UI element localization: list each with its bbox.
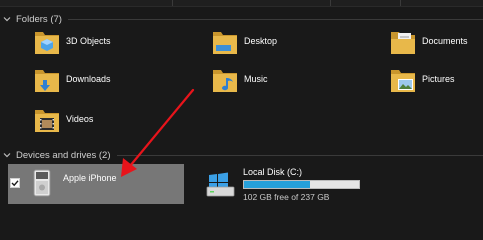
- windows-drive-icon: [206, 172, 236, 198]
- chevron-down-icon: [3, 153, 11, 158]
- folder-label: Videos: [66, 114, 94, 124]
- folder-label: 3D Objects: [66, 36, 111, 46]
- folder-label: Documents: [422, 36, 468, 46]
- drive-free-space: 102 GB free of 237 GB: [243, 192, 330, 202]
- portable-device-icon: [29, 168, 55, 198]
- group-divider: [67, 18, 483, 20]
- checkmark-icon: [11, 180, 19, 187]
- disk-usage-bar: [243, 180, 360, 189]
- music-folder-icon: [212, 64, 238, 94]
- folder-label: Music: [244, 74, 268, 84]
- device-label: Apple iPhone: [63, 173, 117, 183]
- folders-group-header[interactable]: Folders (7): [0, 12, 483, 26]
- column-divider: [172, 0, 173, 6]
- disk-usage-fill: [244, 181, 310, 188]
- column-header-strip: [0, 0, 483, 7]
- downloads-folder-icon: [34, 64, 60, 94]
- devices-group-title: Devices and drives (2): [16, 149, 111, 161]
- folder-item-documents[interactable]: Documents: [390, 26, 468, 56]
- folder-label: Downloads: [66, 74, 111, 84]
- folder-item-pictures[interactable]: Pictures: [390, 64, 455, 94]
- column-divider: [400, 0, 401, 6]
- desktop-folder-icon: [212, 26, 238, 56]
- column-divider: [330, 0, 331, 6]
- chevron-down-icon: [3, 17, 11, 22]
- devices-group-header[interactable]: Devices and drives (2): [0, 148, 483, 162]
- drive-label: Local Disk (C:): [243, 167, 303, 177]
- 3d-objects-folder-icon: [34, 26, 60, 56]
- folder-item-downloads[interactable]: Downloads: [34, 64, 111, 94]
- folders-group-title: Folders (7): [16, 13, 62, 25]
- folder-item-music[interactable]: Music: [212, 64, 268, 94]
- videos-folder-icon: [34, 104, 60, 134]
- folder-item-videos[interactable]: Videos: [34, 104, 93, 134]
- folder-item-desktop[interactable]: Desktop: [212, 26, 277, 56]
- folder-label: Pictures: [422, 74, 455, 84]
- selection-checkbox[interactable]: [10, 178, 20, 188]
- annotation-arrow-icon: [121, 88, 195, 177]
- folder-item-3d-objects[interactable]: 3D Objects: [34, 26, 111, 56]
- folder-label: Desktop: [244, 36, 278, 46]
- pictures-folder-icon: [390, 64, 416, 94]
- documents-folder-icon: [390, 26, 416, 56]
